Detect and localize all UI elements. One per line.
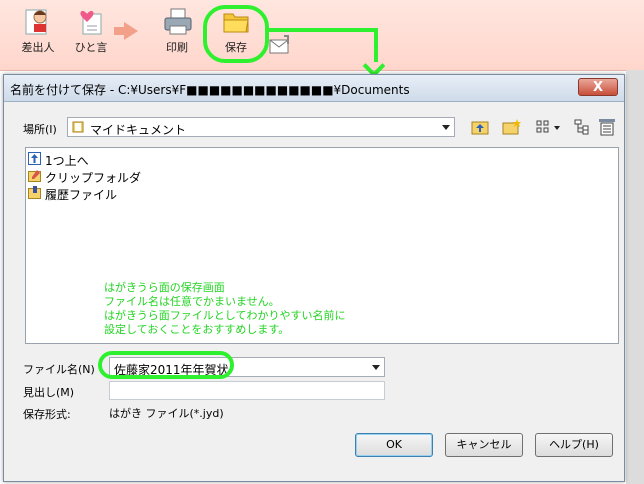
sender-button-label: 差出人 bbox=[21, 41, 55, 54]
message-button-label: ひと言 bbox=[74, 41, 108, 54]
list-item-label: クリップフォルダ bbox=[45, 171, 142, 185]
save-as-dialog: 名前を付けて保存 - C:¥Users¥F■■■■■■■■■■■■■¥Docum… bbox=[3, 74, 625, 482]
background-window-strip bbox=[626, 70, 644, 484]
tree-view-button[interactable] bbox=[571, 117, 593, 137]
sender-button[interactable]: 差出人 bbox=[10, 6, 66, 55]
tree-view-icon bbox=[574, 119, 589, 135]
location-value: マイドキュメント bbox=[90, 123, 187, 137]
detail-view-button[interactable] bbox=[596, 117, 618, 137]
note-line: 設定しておくことをおすすめします。 bbox=[104, 323, 290, 336]
view-menu-icon bbox=[536, 120, 560, 133]
note-line: はがきうら面ファイルとしてわかりやすい名前に bbox=[104, 309, 346, 322]
printer-icon bbox=[161, 6, 193, 36]
print-button[interactable]: 印刷 bbox=[149, 6, 205, 55]
annotation-line bbox=[266, 28, 378, 32]
app-toolbar: 差出人 ひと言 印刷 保存 bbox=[0, 0, 644, 71]
format-label: 保存形式: bbox=[23, 408, 71, 421]
new-folder-icon bbox=[502, 119, 521, 135]
heart-message-icon bbox=[75, 6, 107, 36]
history-folder-icon bbox=[28, 186, 42, 199]
up-folder-button[interactable] bbox=[469, 117, 491, 137]
filename-highlight-annotation bbox=[98, 351, 234, 379]
location-dropdown[interactable]: マイドキュメント bbox=[67, 117, 455, 137]
chevron-down-icon bbox=[442, 125, 450, 130]
dialog-titlebar[interactable]: 名前を付けて保存 - C:¥Users¥F■■■■■■■■■■■■■¥Docum… bbox=[4, 75, 624, 102]
annotation-note: はがきうら面の保存画面 ファイル名は任意でかまいません。 はがきうら面ファイルと… bbox=[104, 281, 345, 337]
documents-folder-icon bbox=[72, 121, 84, 133]
note-line: ファイル名は任意でかまいません。 bbox=[104, 295, 280, 308]
format-value: はがき ファイル(*.jyd) bbox=[109, 407, 224, 420]
sender-person-icon bbox=[22, 6, 54, 36]
up-folder-icon bbox=[471, 121, 489, 135]
cancel-button[interactable]: キャンセル bbox=[445, 433, 523, 457]
caption-label: 見出し(M) bbox=[23, 386, 75, 399]
save-highlight-annotation bbox=[203, 5, 269, 63]
dialog-title: 名前を付けて保存 - C:¥Users¥F■■■■■■■■■■■■■¥Docum… bbox=[10, 83, 410, 97]
up-arrow-icon bbox=[28, 152, 42, 165]
chevron-down-icon[interactable] bbox=[372, 365, 380, 370]
note-line: はがきうら面の保存画面 bbox=[104, 281, 225, 294]
new-folder-button[interactable] bbox=[501, 117, 523, 137]
location-label: 場所(I) bbox=[23, 123, 57, 136]
ok-button[interactable]: OK bbox=[355, 433, 433, 457]
list-item-label: 1つ上へ bbox=[45, 154, 89, 168]
filename-label: ファイル名(N) bbox=[23, 363, 95, 376]
step-arrow-icon bbox=[114, 22, 138, 40]
print-button-label: 印刷 bbox=[166, 41, 188, 54]
help-button[interactable]: ヘルプ(H) bbox=[535, 433, 613, 457]
message-button[interactable]: ひと言 bbox=[63, 6, 119, 55]
list-item-label: 履歴ファイル bbox=[45, 188, 118, 202]
caption-input[interactable] bbox=[109, 381, 385, 400]
view-menu-button[interactable] bbox=[534, 117, 564, 137]
close-button[interactable]: X bbox=[578, 78, 618, 96]
mail-icon bbox=[268, 34, 292, 56]
detail-view-icon bbox=[599, 119, 615, 136]
clip-folder-icon bbox=[28, 169, 42, 182]
